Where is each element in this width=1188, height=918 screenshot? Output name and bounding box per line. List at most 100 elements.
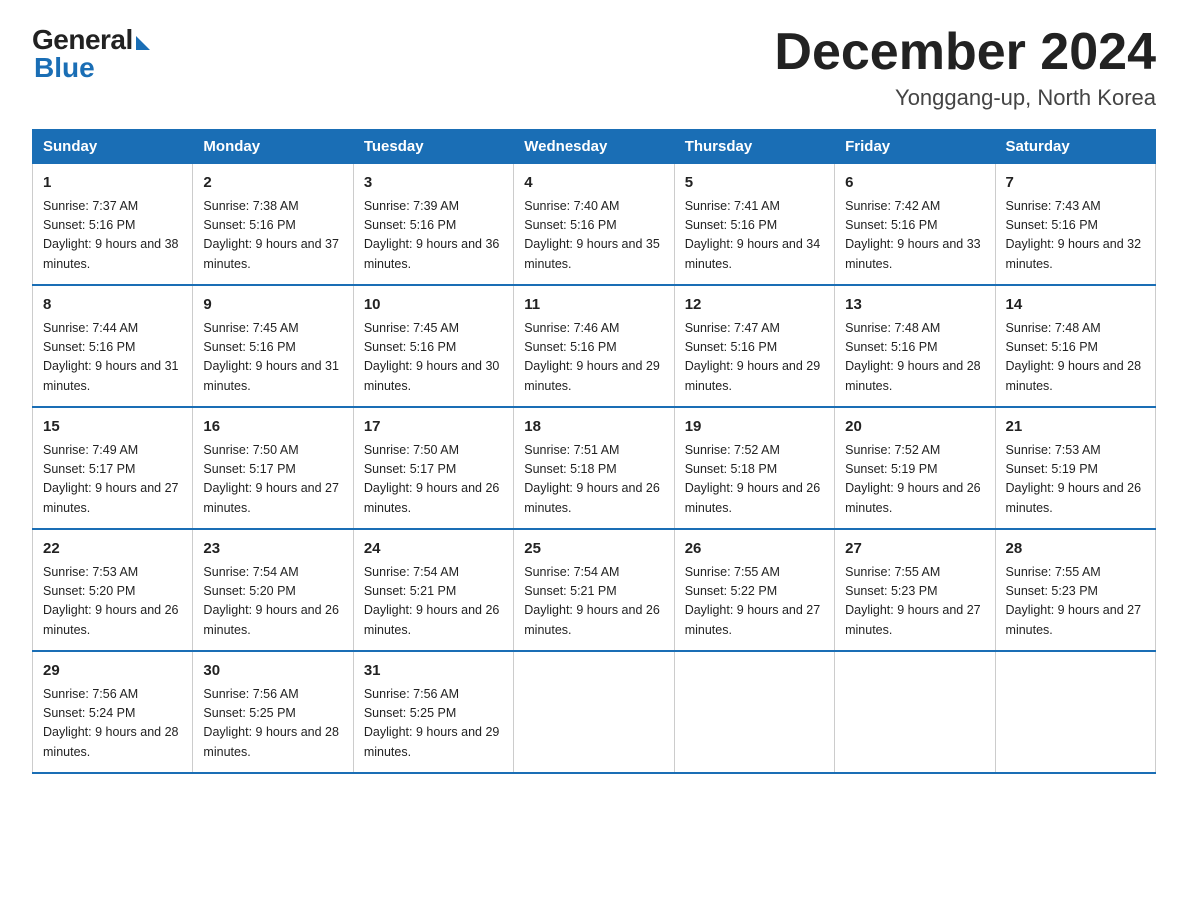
day-info: Sunrise: 7:53 AMSunset: 5:20 PMDaylight:… xyxy=(43,563,182,641)
calendar-cell: 20Sunrise: 7:52 AMSunset: 5:19 PMDayligh… xyxy=(835,407,995,529)
day-number: 7 xyxy=(1006,172,1145,195)
day-info: Sunrise: 7:56 AMSunset: 5:25 PMDaylight:… xyxy=(203,685,342,763)
calendar-cell: 2Sunrise: 7:38 AMSunset: 5:16 PMDaylight… xyxy=(193,164,353,286)
day-number: 20 xyxy=(845,416,984,439)
day-number: 5 xyxy=(685,172,824,195)
day-number: 30 xyxy=(203,660,342,683)
day-number: 3 xyxy=(364,172,503,195)
day-number: 17 xyxy=(364,416,503,439)
day-number: 13 xyxy=(845,294,984,317)
page: General Blue December 2024 Yonggang-up, … xyxy=(0,0,1188,806)
day-number: 22 xyxy=(43,538,182,561)
day-number: 9 xyxy=(203,294,342,317)
calendar-cell: 14Sunrise: 7:48 AMSunset: 5:16 PMDayligh… xyxy=(995,285,1155,407)
day-number: 18 xyxy=(524,416,663,439)
header-sunday: Sunday xyxy=(33,130,193,164)
calendar-cell xyxy=(674,651,834,773)
header-tuesday: Tuesday xyxy=(353,130,513,164)
day-number: 31 xyxy=(364,660,503,683)
week-row-4: 22Sunrise: 7:53 AMSunset: 5:20 PMDayligh… xyxy=(33,529,1156,651)
calendar-cell: 1Sunrise: 7:37 AMSunset: 5:16 PMDaylight… xyxy=(33,164,193,286)
month-title: December 2024 xyxy=(774,24,1156,81)
header: General Blue December 2024 Yonggang-up, … xyxy=(32,24,1156,111)
day-info: Sunrise: 7:46 AMSunset: 5:16 PMDaylight:… xyxy=(524,319,663,397)
calendar-cell: 9Sunrise: 7:45 AMSunset: 5:16 PMDaylight… xyxy=(193,285,353,407)
week-row-3: 15Sunrise: 7:49 AMSunset: 5:17 PMDayligh… xyxy=(33,407,1156,529)
day-number: 11 xyxy=(524,294,663,317)
day-number: 24 xyxy=(364,538,503,561)
header-friday: Friday xyxy=(835,130,995,164)
calendar-cell: 28Sunrise: 7:55 AMSunset: 5:23 PMDayligh… xyxy=(995,529,1155,651)
day-number: 27 xyxy=(845,538,984,561)
calendar-cell: 11Sunrise: 7:46 AMSunset: 5:16 PMDayligh… xyxy=(514,285,674,407)
day-info: Sunrise: 7:43 AMSunset: 5:16 PMDaylight:… xyxy=(1006,197,1145,275)
calendar-cell: 31Sunrise: 7:56 AMSunset: 5:25 PMDayligh… xyxy=(353,651,513,773)
day-number: 4 xyxy=(524,172,663,195)
calendar-cell: 15Sunrise: 7:49 AMSunset: 5:17 PMDayligh… xyxy=(33,407,193,529)
day-number: 10 xyxy=(364,294,503,317)
week-row-5: 29Sunrise: 7:56 AMSunset: 5:24 PMDayligh… xyxy=(33,651,1156,773)
day-number: 14 xyxy=(1006,294,1145,317)
day-info: Sunrise: 7:54 AMSunset: 5:20 PMDaylight:… xyxy=(203,563,342,641)
calendar-cell: 3Sunrise: 7:39 AMSunset: 5:16 PMDaylight… xyxy=(353,164,513,286)
day-info: Sunrise: 7:45 AMSunset: 5:16 PMDaylight:… xyxy=(203,319,342,397)
calendar-cell: 24Sunrise: 7:54 AMSunset: 5:21 PMDayligh… xyxy=(353,529,513,651)
logo: General Blue xyxy=(32,24,150,84)
day-number: 29 xyxy=(43,660,182,683)
day-info: Sunrise: 7:55 AMSunset: 5:22 PMDaylight:… xyxy=(685,563,824,641)
calendar-cell: 6Sunrise: 7:42 AMSunset: 5:16 PMDaylight… xyxy=(835,164,995,286)
day-number: 23 xyxy=(203,538,342,561)
day-number: 12 xyxy=(685,294,824,317)
calendar-cell: 22Sunrise: 7:53 AMSunset: 5:20 PMDayligh… xyxy=(33,529,193,651)
day-number: 2 xyxy=(203,172,342,195)
calendar-cell: 23Sunrise: 7:54 AMSunset: 5:20 PMDayligh… xyxy=(193,529,353,651)
day-number: 26 xyxy=(685,538,824,561)
calendar-cell xyxy=(514,651,674,773)
day-info: Sunrise: 7:37 AMSunset: 5:16 PMDaylight:… xyxy=(43,197,182,275)
day-info: Sunrise: 7:50 AMSunset: 5:17 PMDaylight:… xyxy=(364,441,503,519)
day-info: Sunrise: 7:54 AMSunset: 5:21 PMDaylight:… xyxy=(524,563,663,641)
calendar-cell: 5Sunrise: 7:41 AMSunset: 5:16 PMDaylight… xyxy=(674,164,834,286)
day-info: Sunrise: 7:40 AMSunset: 5:16 PMDaylight:… xyxy=(524,197,663,275)
day-info: Sunrise: 7:49 AMSunset: 5:17 PMDaylight:… xyxy=(43,441,182,519)
calendar-cell: 25Sunrise: 7:54 AMSunset: 5:21 PMDayligh… xyxy=(514,529,674,651)
calendar-cell: 12Sunrise: 7:47 AMSunset: 5:16 PMDayligh… xyxy=(674,285,834,407)
day-info: Sunrise: 7:50 AMSunset: 5:17 PMDaylight:… xyxy=(203,441,342,519)
header-saturday: Saturday xyxy=(995,130,1155,164)
calendar-cell: 18Sunrise: 7:51 AMSunset: 5:18 PMDayligh… xyxy=(514,407,674,529)
calendar-cell: 4Sunrise: 7:40 AMSunset: 5:16 PMDaylight… xyxy=(514,164,674,286)
calendar-cell: 26Sunrise: 7:55 AMSunset: 5:22 PMDayligh… xyxy=(674,529,834,651)
week-row-1: 1Sunrise: 7:37 AMSunset: 5:16 PMDaylight… xyxy=(33,164,1156,286)
calendar-body: 1Sunrise: 7:37 AMSunset: 5:16 PMDaylight… xyxy=(33,164,1156,774)
calendar-cell: 27Sunrise: 7:55 AMSunset: 5:23 PMDayligh… xyxy=(835,529,995,651)
calendar-header: SundayMondayTuesdayWednesdayThursdayFrid… xyxy=(33,130,1156,164)
day-number: 19 xyxy=(685,416,824,439)
day-info: Sunrise: 7:41 AMSunset: 5:16 PMDaylight:… xyxy=(685,197,824,275)
header-row: SundayMondayTuesdayWednesdayThursdayFrid… xyxy=(33,130,1156,164)
day-number: 8 xyxy=(43,294,182,317)
location-title: Yonggang-up, North Korea xyxy=(774,85,1156,111)
day-info: Sunrise: 7:55 AMSunset: 5:23 PMDaylight:… xyxy=(845,563,984,641)
calendar-cell: 10Sunrise: 7:45 AMSunset: 5:16 PMDayligh… xyxy=(353,285,513,407)
day-info: Sunrise: 7:52 AMSunset: 5:18 PMDaylight:… xyxy=(685,441,824,519)
calendar-cell: 13Sunrise: 7:48 AMSunset: 5:16 PMDayligh… xyxy=(835,285,995,407)
week-row-2: 8Sunrise: 7:44 AMSunset: 5:16 PMDaylight… xyxy=(33,285,1156,407)
day-info: Sunrise: 7:54 AMSunset: 5:21 PMDaylight:… xyxy=(364,563,503,641)
day-info: Sunrise: 7:45 AMSunset: 5:16 PMDaylight:… xyxy=(364,319,503,397)
day-info: Sunrise: 7:56 AMSunset: 5:24 PMDaylight:… xyxy=(43,685,182,763)
day-info: Sunrise: 7:51 AMSunset: 5:18 PMDaylight:… xyxy=(524,441,663,519)
title-block: December 2024 Yonggang-up, North Korea xyxy=(774,24,1156,111)
day-info: Sunrise: 7:48 AMSunset: 5:16 PMDaylight:… xyxy=(1006,319,1145,397)
calendar-cell: 8Sunrise: 7:44 AMSunset: 5:16 PMDaylight… xyxy=(33,285,193,407)
header-monday: Monday xyxy=(193,130,353,164)
day-info: Sunrise: 7:47 AMSunset: 5:16 PMDaylight:… xyxy=(685,319,824,397)
day-info: Sunrise: 7:44 AMSunset: 5:16 PMDaylight:… xyxy=(43,319,182,397)
calendar-cell xyxy=(995,651,1155,773)
calendar-cell: 30Sunrise: 7:56 AMSunset: 5:25 PMDayligh… xyxy=(193,651,353,773)
day-number: 21 xyxy=(1006,416,1145,439)
day-number: 1 xyxy=(43,172,182,195)
day-number: 16 xyxy=(203,416,342,439)
calendar-cell xyxy=(835,651,995,773)
day-info: Sunrise: 7:39 AMSunset: 5:16 PMDaylight:… xyxy=(364,197,503,275)
day-number: 28 xyxy=(1006,538,1145,561)
